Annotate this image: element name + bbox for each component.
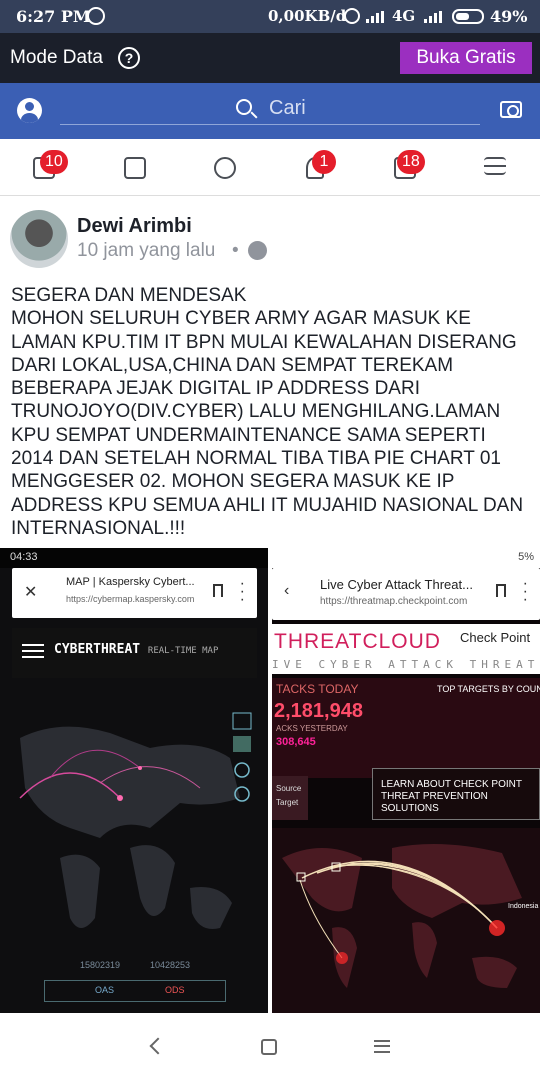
alarm-icon	[344, 8, 360, 24]
photo-browser-bar: ✕ MAP | Kaspersky Cybert... https://cybe…	[12, 568, 257, 618]
world-map-dark	[19, 712, 252, 929]
photo-battery: 5%	[518, 551, 534, 563]
search-icon	[236, 99, 252, 115]
whatsapp-icon	[87, 7, 105, 25]
more-icon: · · ·	[239, 575, 245, 608]
search-input[interactable]: Cari	[60, 93, 480, 125]
marketplace-badge: 18	[397, 150, 425, 174]
post-line: BEBERAPA JEJAK DIGITAL IP ADDRESS DARI	[11, 378, 420, 400]
ods-count: 10428253	[150, 960, 191, 970]
main-tab-bar: 10 1 18	[0, 139, 540, 196]
post-body: SEGERA DAN MENDESAK MOHON SELURUH CYBER …	[11, 284, 533, 540]
tab-friends[interactable]	[117, 153, 153, 183]
back-icon[interactable]	[149, 1037, 167, 1055]
signal-icon	[366, 11, 386, 23]
back-arrow-icon: ‹	[284, 582, 290, 599]
author-avatar[interactable]	[10, 210, 68, 268]
post-line: ADDRESS KPU SEMUA AHLI IT MUJAHID NASION…	[11, 494, 524, 516]
photo-status-time: 04:33	[10, 551, 38, 563]
attacks-yesterday-count: 308,645	[276, 736, 316, 748]
battery-icon	[452, 9, 484, 24]
legend-box: Source Target	[272, 776, 308, 820]
checkpoint-logo: Check Point	[460, 630, 531, 645]
post-line: 2014 DAN SETELAH NORMAL TIBA TIBA PIE CH…	[11, 448, 501, 470]
friends-icon	[124, 157, 146, 179]
detection-selector: OAS ODS	[44, 980, 226, 1002]
search-placeholder: Cari	[269, 97, 306, 119]
news-feed-badge: 10	[40, 150, 68, 174]
close-icon: ✕	[24, 584, 38, 601]
threatcloud-logo: THREATCLOUD	[274, 630, 441, 653]
photo-url: https://cybermap.kaspersky.com	[66, 594, 195, 604]
tab-menu[interactable]	[477, 153, 513, 183]
cyberthreat-header: CYBERTHREAT REAL-TIME MAP	[12, 628, 257, 678]
post-photo-checkpoint[interactable]: 5% ‹ Live Cyber Attack Threat... https:/…	[272, 548, 540, 1013]
post-line: SEGERA DAN MENDESAK	[11, 285, 247, 306]
status-time: 6:27 PM	[16, 7, 91, 26]
data-mode-bar: Mode Data ? Buka Gratis	[0, 33, 540, 83]
help-icon[interactable]: ?	[118, 47, 140, 69]
data-mode-label: Mode Data	[10, 47, 103, 68]
attacks-yesterday-label: ACKS YESTERDAY	[276, 724, 348, 733]
tab-messenger[interactable]	[207, 153, 243, 183]
oas-count: 15802319	[80, 960, 121, 970]
top-targets-label: TOP TARGETS BY COUN	[437, 684, 540, 694]
post-timestamp[interactable]: 10 jam yang lalu	[77, 240, 215, 262]
cyberthreat-title: CYBERTHREAT REAL-TIME MAP	[54, 642, 218, 657]
cyberthreat-title-text: CYBERTHREAT	[54, 642, 141, 657]
attacks-today-label: TACKS TODAY	[276, 682, 359, 696]
recents-icon[interactable]	[374, 1040, 390, 1053]
ods-label: ODS	[165, 985, 185, 995]
bookmark-icon	[213, 584, 223, 597]
messenger-icon	[214, 157, 236, 179]
tab-marketplace[interactable]: 18	[387, 150, 425, 183]
status-bar: 6:27 PM 0,00KB/d 4G 49%	[0, 0, 540, 33]
world-map-red: Indonesia	[272, 828, 540, 1013]
profile-icon[interactable]	[17, 98, 42, 123]
post-line: INTERNASIONAL.!!!	[11, 517, 186, 539]
network-type: 4G	[392, 7, 416, 25]
tab-notifications[interactable]: 1	[297, 150, 336, 183]
post-line: TRUNOJOYO(DIV.CYBER) LALU MENGHILANG.LAM…	[11, 401, 501, 423]
attack-stats-panel: TACKS TODAY TOP TARGETS BY COUN 2,181,94…	[272, 678, 540, 778]
photo-status-bar: 04:33	[0, 548, 268, 568]
system-nav-bar	[0, 1013, 540, 1080]
bookmark-icon-2	[496, 584, 506, 597]
source-label: Source	[276, 784, 302, 793]
photo-tab-title-2: Live Cyber Attack Threat...	[320, 577, 473, 592]
network-speed: 0,00KB/d	[268, 7, 347, 25]
oas-label: OAS	[95, 985, 115, 995]
post-line: DARI LOKAL,USA,CHINA DAN SEMPAT TEREKAM	[11, 354, 454, 376]
target-label: Target	[276, 798, 299, 807]
target-country-label: Indonesia	[508, 903, 538, 910]
top-search-bar: Cari	[0, 83, 540, 139]
post-line: MENGGESER 02. MOHON SEGERA MASUK KE IP	[11, 471, 455, 493]
home-icon[interactable]	[261, 1039, 277, 1055]
photo-browser-bar-2: ‹ Live Cyber Attack Threat... https://th…	[272, 568, 540, 620]
menu-icon	[22, 644, 44, 658]
free-mode-button[interactable]: Buka Gratis	[400, 42, 532, 74]
post-photo-kaspersky[interactable]: 04:33 ✕ MAP | Kaspersky Cybert... https:…	[0, 548, 268, 1013]
signal-icon-2	[424, 11, 444, 23]
post-line: LAMAN KPU.TIM IT BPN MULAI KEWALAHAN DIS…	[11, 331, 517, 353]
photo-status-bar-2: 5%	[272, 548, 540, 568]
post-line: KPU SEMPAT UNDERMAINTENANCE SAMA SEPERTI	[11, 424, 486, 446]
globe-icon	[248, 241, 267, 260]
promo-box: LEARN ABOUT CHECK POINT THREAT PREVENTIO…	[372, 768, 540, 820]
notifications-badge: 1	[312, 150, 336, 174]
cyberthreat-subtitle: REAL-TIME MAP	[147, 646, 219, 656]
tab-news-feed[interactable]: 10	[26, 150, 68, 183]
more-icon-2: · · ·	[522, 575, 528, 608]
attacks-today-count: 2,181,948	[274, 700, 363, 722]
photo-tab-title: MAP | Kaspersky Cybert...	[66, 576, 195, 588]
threatmap-subtitle: IVE CYBER ATTACK THREAT M	[272, 658, 540, 671]
meta-separator: •	[232, 240, 239, 261]
photo-url-2: https://threatmap.checkpoint.com	[320, 596, 468, 607]
battery-level: 49%	[490, 7, 528, 26]
post-author[interactable]: Dewi Arimbi	[77, 215, 192, 238]
camera-icon[interactable]	[500, 101, 522, 118]
post-line: MOHON SELURUH CYBER ARMY AGAR MASUK KE	[11, 308, 471, 330]
menu-icon	[484, 157, 506, 175]
